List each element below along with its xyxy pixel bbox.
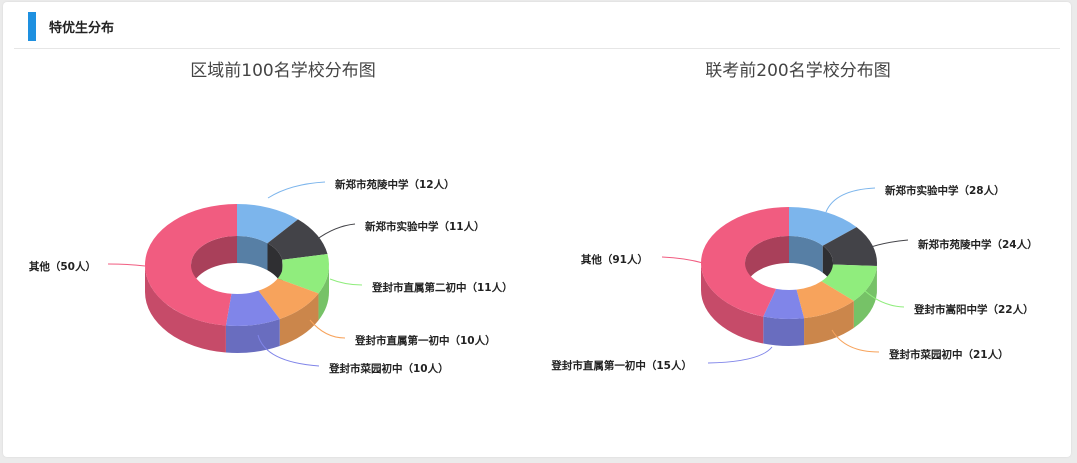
- leader-line-0: [825, 187, 876, 213]
- data-label-0: 新郑市苑陵中学（12人）: [335, 178, 455, 191]
- data-label-2: 登封市嵩阳中学（22人）: [913, 303, 1034, 316]
- data-label-0: 新郑市实验中学（28人）: [885, 184, 1005, 197]
- data-label-1: 新郑市苑陵中学（24人）: [918, 238, 1038, 251]
- leader-line-5: [661, 256, 704, 264]
- charts-canvas: 区域前100名学校分布图 联考前200名学校分布图 新郑市苑陵中学（12人）新郑…: [29, 61, 1038, 375]
- data-label-3: 登封市菜园初中（21人）: [888, 348, 1009, 361]
- chart-title-1: 区域前100名学校分布图: [190, 61, 375, 81]
- leader-line-0: [267, 181, 326, 199]
- data-label-2: 登封市直属第二初中（11人）: [371, 281, 513, 294]
- data-label-5: 其他（50人）: [29, 260, 96, 273]
- leader-line-4: [707, 346, 773, 364]
- data-label-1: 新郑市实验中学（11人）: [365, 220, 485, 233]
- chart-title-2: 联考前200名学校分布图: [705, 61, 890, 81]
- leader-line-1: [315, 223, 356, 241]
- leader-line-1: [867, 239, 909, 249]
- leader-line-5: [107, 263, 146, 267]
- donut-chart-2: 新郑市实验中学（28人） 新郑市苑陵中学（24人） 登封市嵩阳中学（22人） 登封市菜…: [550, 184, 1037, 372]
- data-label-3: 登封市直属第一初中（10人）: [354, 334, 496, 347]
- data-label-4: 登封市直属第一初中（15人）: [550, 359, 692, 372]
- leader-line-2: [329, 278, 363, 286]
- slice-side-4: [763, 316, 805, 347]
- data-label-4: 登封市菜园初中（10人）: [328, 362, 449, 375]
- data-label-5: 其他（91人）: [581, 253, 648, 266]
- donut-chart-1: 新郑市苑陵中学（12人） 新郑市实验中学（11人） 登封市直属第二初中（11人） 登封…: [29, 178, 513, 375]
